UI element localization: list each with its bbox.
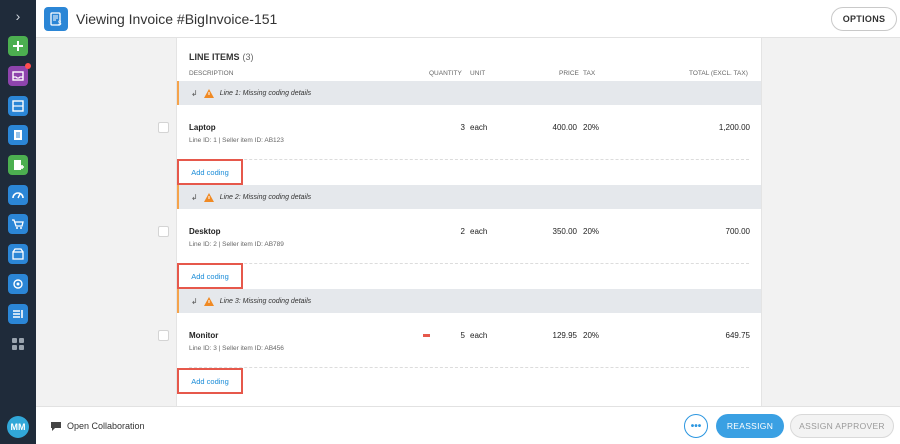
item-meta: Line ID: 3 | Seller item ID: AB456 xyxy=(189,345,284,352)
chevron-right-icon[interactable]: › xyxy=(0,0,36,32)
warning-icon xyxy=(203,88,214,98)
invoice-document-icon: $ xyxy=(44,7,68,31)
col-total[interactable]: TOTAL (EXCL. TAX) xyxy=(689,70,748,77)
row-checkbox-1[interactable] xyxy=(158,122,169,133)
add-coding-link[interactable]: Add coding xyxy=(177,159,243,185)
row-checkbox-2[interactable] xyxy=(158,226,169,237)
col-price[interactable]: PRICE xyxy=(559,70,579,77)
line-items-heading: LINE ITEMS (3) xyxy=(189,52,254,62)
warning-bar-line-2: ↲ Line 2: Missing coding details xyxy=(177,185,761,209)
col-tax[interactable]: TAX xyxy=(583,70,595,77)
col-unit[interactable]: UNIT xyxy=(470,70,485,77)
item-total: 1,200.00 xyxy=(718,123,750,132)
item-price: 350.00 xyxy=(552,227,577,236)
row-checkbox-3[interactable] xyxy=(158,330,169,341)
assign-approver-button[interactable]: ASSIGN APPROVER xyxy=(790,414,894,438)
divider xyxy=(189,367,749,368)
open-collaboration-button[interactable]: Open Collaboration xyxy=(50,420,145,432)
item-quantity: 5 xyxy=(460,331,465,340)
page-title: Viewing Invoice #BigInvoice-151 xyxy=(76,11,278,27)
list-icon[interactable] xyxy=(8,304,28,324)
return-arrow-icon: ↲ xyxy=(191,192,198,202)
item-meta: Line ID: 1 | Seller item ID: AB123 xyxy=(189,137,284,144)
item-quantity: 2 xyxy=(460,227,465,236)
svg-text:$: $ xyxy=(58,21,62,27)
col-description[interactable]: DESCRIPTION xyxy=(189,70,233,77)
warning-bar-line-1: ↲ Line 1: Missing coding details xyxy=(177,81,761,105)
item-name: Laptop xyxy=(189,123,216,132)
chat-bubble-icon xyxy=(51,422,61,431)
line-items-panel: LINE ITEMS (3) DESCRIPTION QUANTITY UNIT … xyxy=(176,38,762,406)
clipboard-icon[interactable] xyxy=(8,125,28,145)
item-total: 700.00 xyxy=(725,227,750,236)
item-total: 649.75 xyxy=(725,331,750,340)
divider xyxy=(189,263,749,264)
document-add-icon[interactable] xyxy=(8,155,28,175)
left-sidebar: › MM xyxy=(0,0,36,444)
return-arrow-icon: ↲ xyxy=(191,296,198,306)
item-unit: each xyxy=(470,123,488,132)
item-name: Monitor xyxy=(189,331,219,340)
add-coding-link[interactable]: Add coding xyxy=(177,368,243,394)
page-header: $ Viewing Invoice #BigInvoice-151 OPTION… xyxy=(36,0,900,38)
warning-text: Line 2: Missing coding details xyxy=(219,193,312,201)
item-unit: each xyxy=(470,331,488,340)
item-price: 129.95 xyxy=(552,331,577,340)
footer-bar: Open Collaboration ••• REASSIGN ASSIGN A… xyxy=(36,406,900,444)
item-tax: 20% xyxy=(583,331,600,340)
line-items-title: LINE ITEMS xyxy=(189,52,240,62)
notification-dot xyxy=(25,63,31,69)
open-collaboration-label: Open Collaboration xyxy=(67,421,145,431)
item-tax: 20% xyxy=(583,123,600,132)
line-items-count: (3) xyxy=(242,52,254,62)
network-icon[interactable] xyxy=(8,274,28,294)
item-quantity: 3 xyxy=(460,123,465,132)
return-arrow-icon: ↲ xyxy=(191,88,198,98)
store-icon[interactable] xyxy=(8,244,28,264)
col-quantity[interactable]: QUANTITY xyxy=(429,70,462,77)
warning-bar-line-3: ↲ Line 3: Missing coding details xyxy=(177,289,761,313)
inbox-icon[interactable] xyxy=(8,63,31,86)
warning-icon xyxy=(203,192,214,202)
add-coding-link[interactable]: Add coding xyxy=(177,263,243,289)
dashboard-icon[interactable] xyxy=(8,185,28,205)
quantity-flag-icon xyxy=(423,334,430,337)
add-icon[interactable] xyxy=(8,36,28,56)
warning-text: Line 1: Missing coding details xyxy=(219,89,312,97)
divider xyxy=(189,159,749,160)
item-unit: each xyxy=(470,227,488,236)
cart-icon[interactable] xyxy=(8,214,28,234)
warning-text: Line 3: Missing coding details xyxy=(219,297,312,305)
avatar[interactable]: MM xyxy=(7,416,29,438)
reassign-button[interactable]: REASSIGN xyxy=(716,414,784,438)
warning-icon xyxy=(203,296,214,306)
more-options-button[interactable]: ••• xyxy=(684,414,708,438)
item-meta: Line ID: 2 | Seller item ID: AB789 xyxy=(189,241,284,248)
tray-icon[interactable] xyxy=(8,96,28,116)
item-name: Desktop xyxy=(189,227,221,236)
item-price: 400.00 xyxy=(552,123,577,132)
item-tax: 20% xyxy=(583,227,600,236)
options-button[interactable]: OPTIONS xyxy=(831,7,897,31)
grid-icon[interactable] xyxy=(8,334,28,354)
